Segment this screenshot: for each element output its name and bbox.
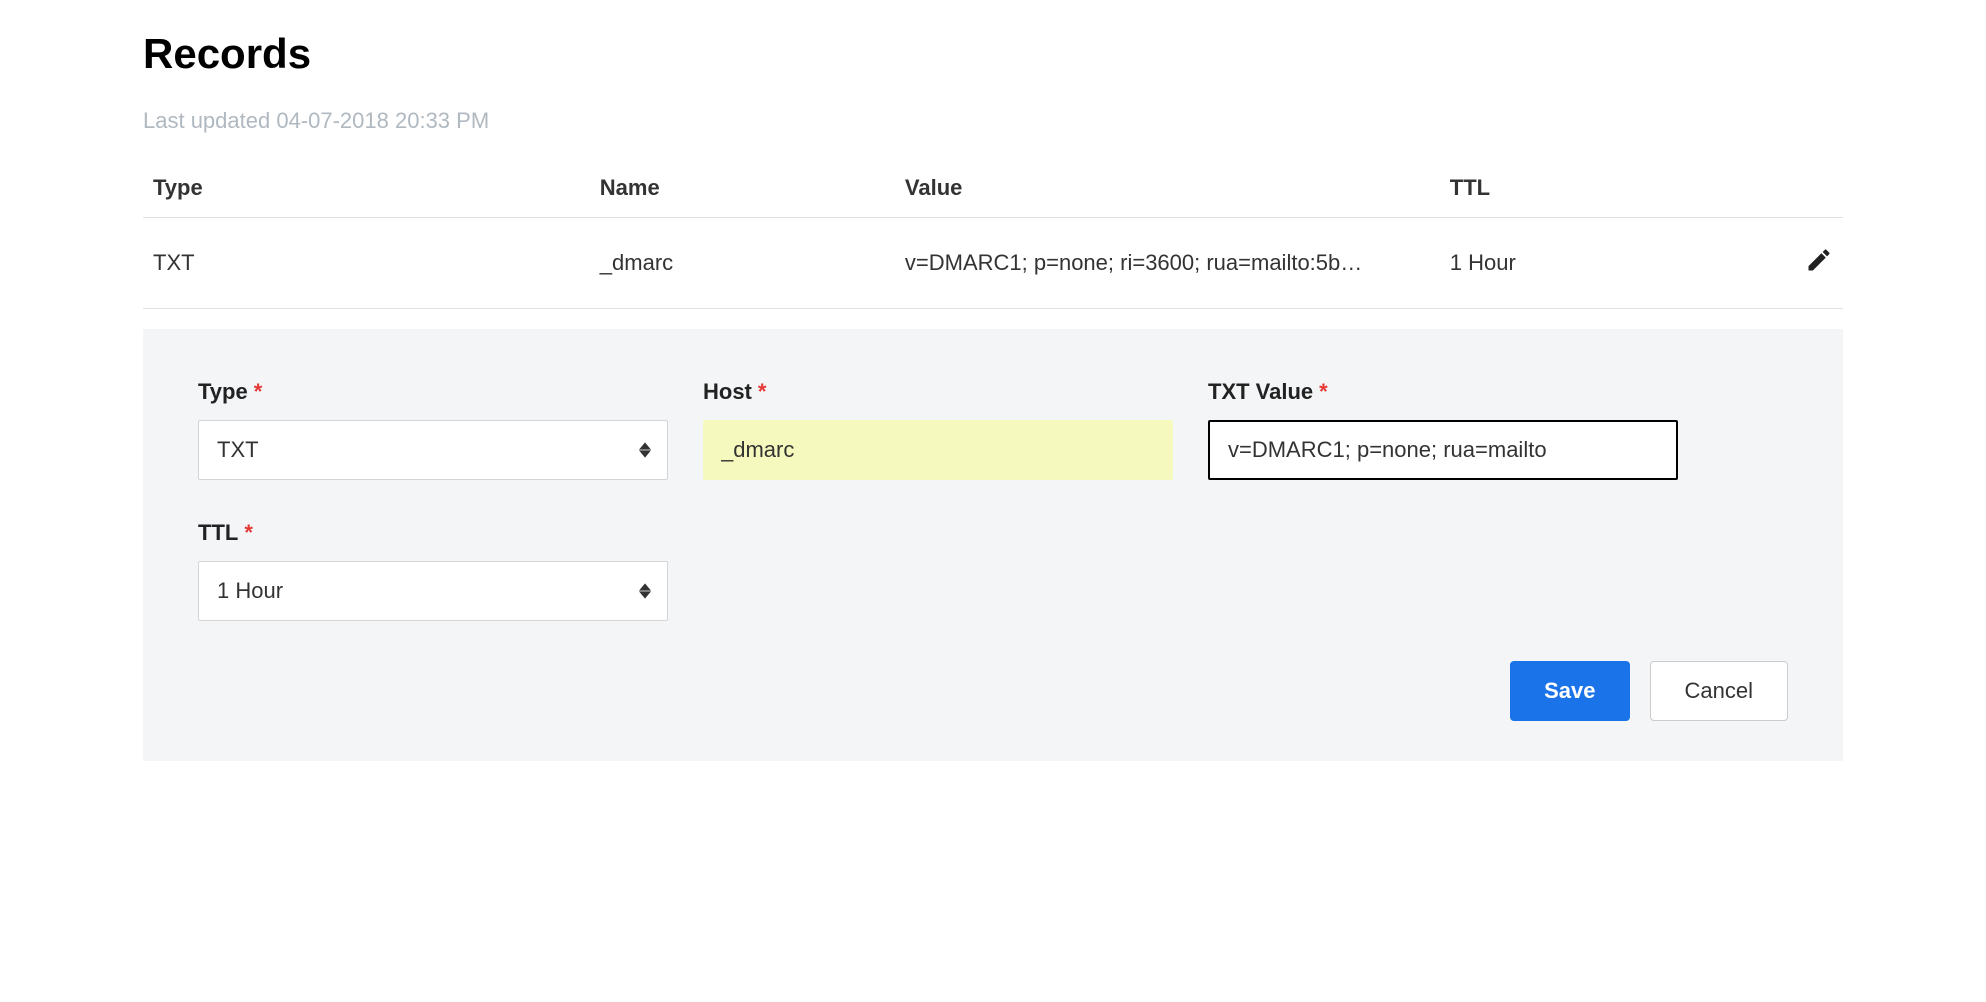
cell-name: _dmarc [590, 218, 895, 309]
cell-ttl: 1 Hour [1440, 218, 1767, 309]
type-select[interactable]: TXT [198, 420, 668, 480]
table-header-ttl: TTL [1440, 159, 1767, 218]
required-asterisk: * [1319, 379, 1328, 404]
type-label: Type* [198, 379, 668, 405]
sort-arrows-icon [639, 583, 651, 599]
table-row: TXT _dmarc v=DMARC1; p=none; ri=3600; ru… [143, 218, 1843, 309]
host-input[interactable] [703, 420, 1173, 480]
table-header-actions [1767, 159, 1843, 218]
cell-value: v=DMARC1; p=none; ri=3600; rua=mailto:5b… [895, 218, 1440, 309]
host-label-text: Host [703, 379, 752, 404]
sort-arrows-icon [639, 442, 651, 458]
cell-type: TXT [143, 218, 590, 309]
last-updated-text: Last updated 04-07-2018 20:33 PM [143, 108, 1843, 134]
type-select-value: TXT [217, 437, 259, 463]
ttl-label: TTL* [198, 520, 668, 546]
required-asterisk: * [244, 520, 253, 545]
edit-record-panel: Type* TXT Host* TXT Value* [143, 329, 1843, 761]
required-asterisk: * [254, 379, 263, 404]
type-label-text: Type [198, 379, 248, 404]
ttl-label-text: TTL [198, 520, 238, 545]
ttl-select[interactable]: 1 Hour [198, 561, 668, 621]
txt-value-label-text: TXT Value [1208, 379, 1313, 404]
edit-icon[interactable] [1805, 254, 1833, 279]
txt-value-input[interactable] [1208, 420, 1678, 480]
txt-value-label: TXT Value* [1208, 379, 1678, 405]
host-label: Host* [703, 379, 1173, 405]
ttl-select-value: 1 Hour [217, 578, 283, 604]
records-table: Type Name Value TTL TXT _dmarc v=DMARC1;… [143, 159, 1843, 309]
cancel-button[interactable]: Cancel [1650, 661, 1788, 721]
table-header-value: Value [895, 159, 1440, 218]
required-asterisk: * [758, 379, 767, 404]
page-title: Records [143, 30, 1843, 78]
table-header-type: Type [143, 159, 590, 218]
table-header-name: Name [590, 159, 895, 218]
save-button[interactable]: Save [1510, 661, 1629, 721]
